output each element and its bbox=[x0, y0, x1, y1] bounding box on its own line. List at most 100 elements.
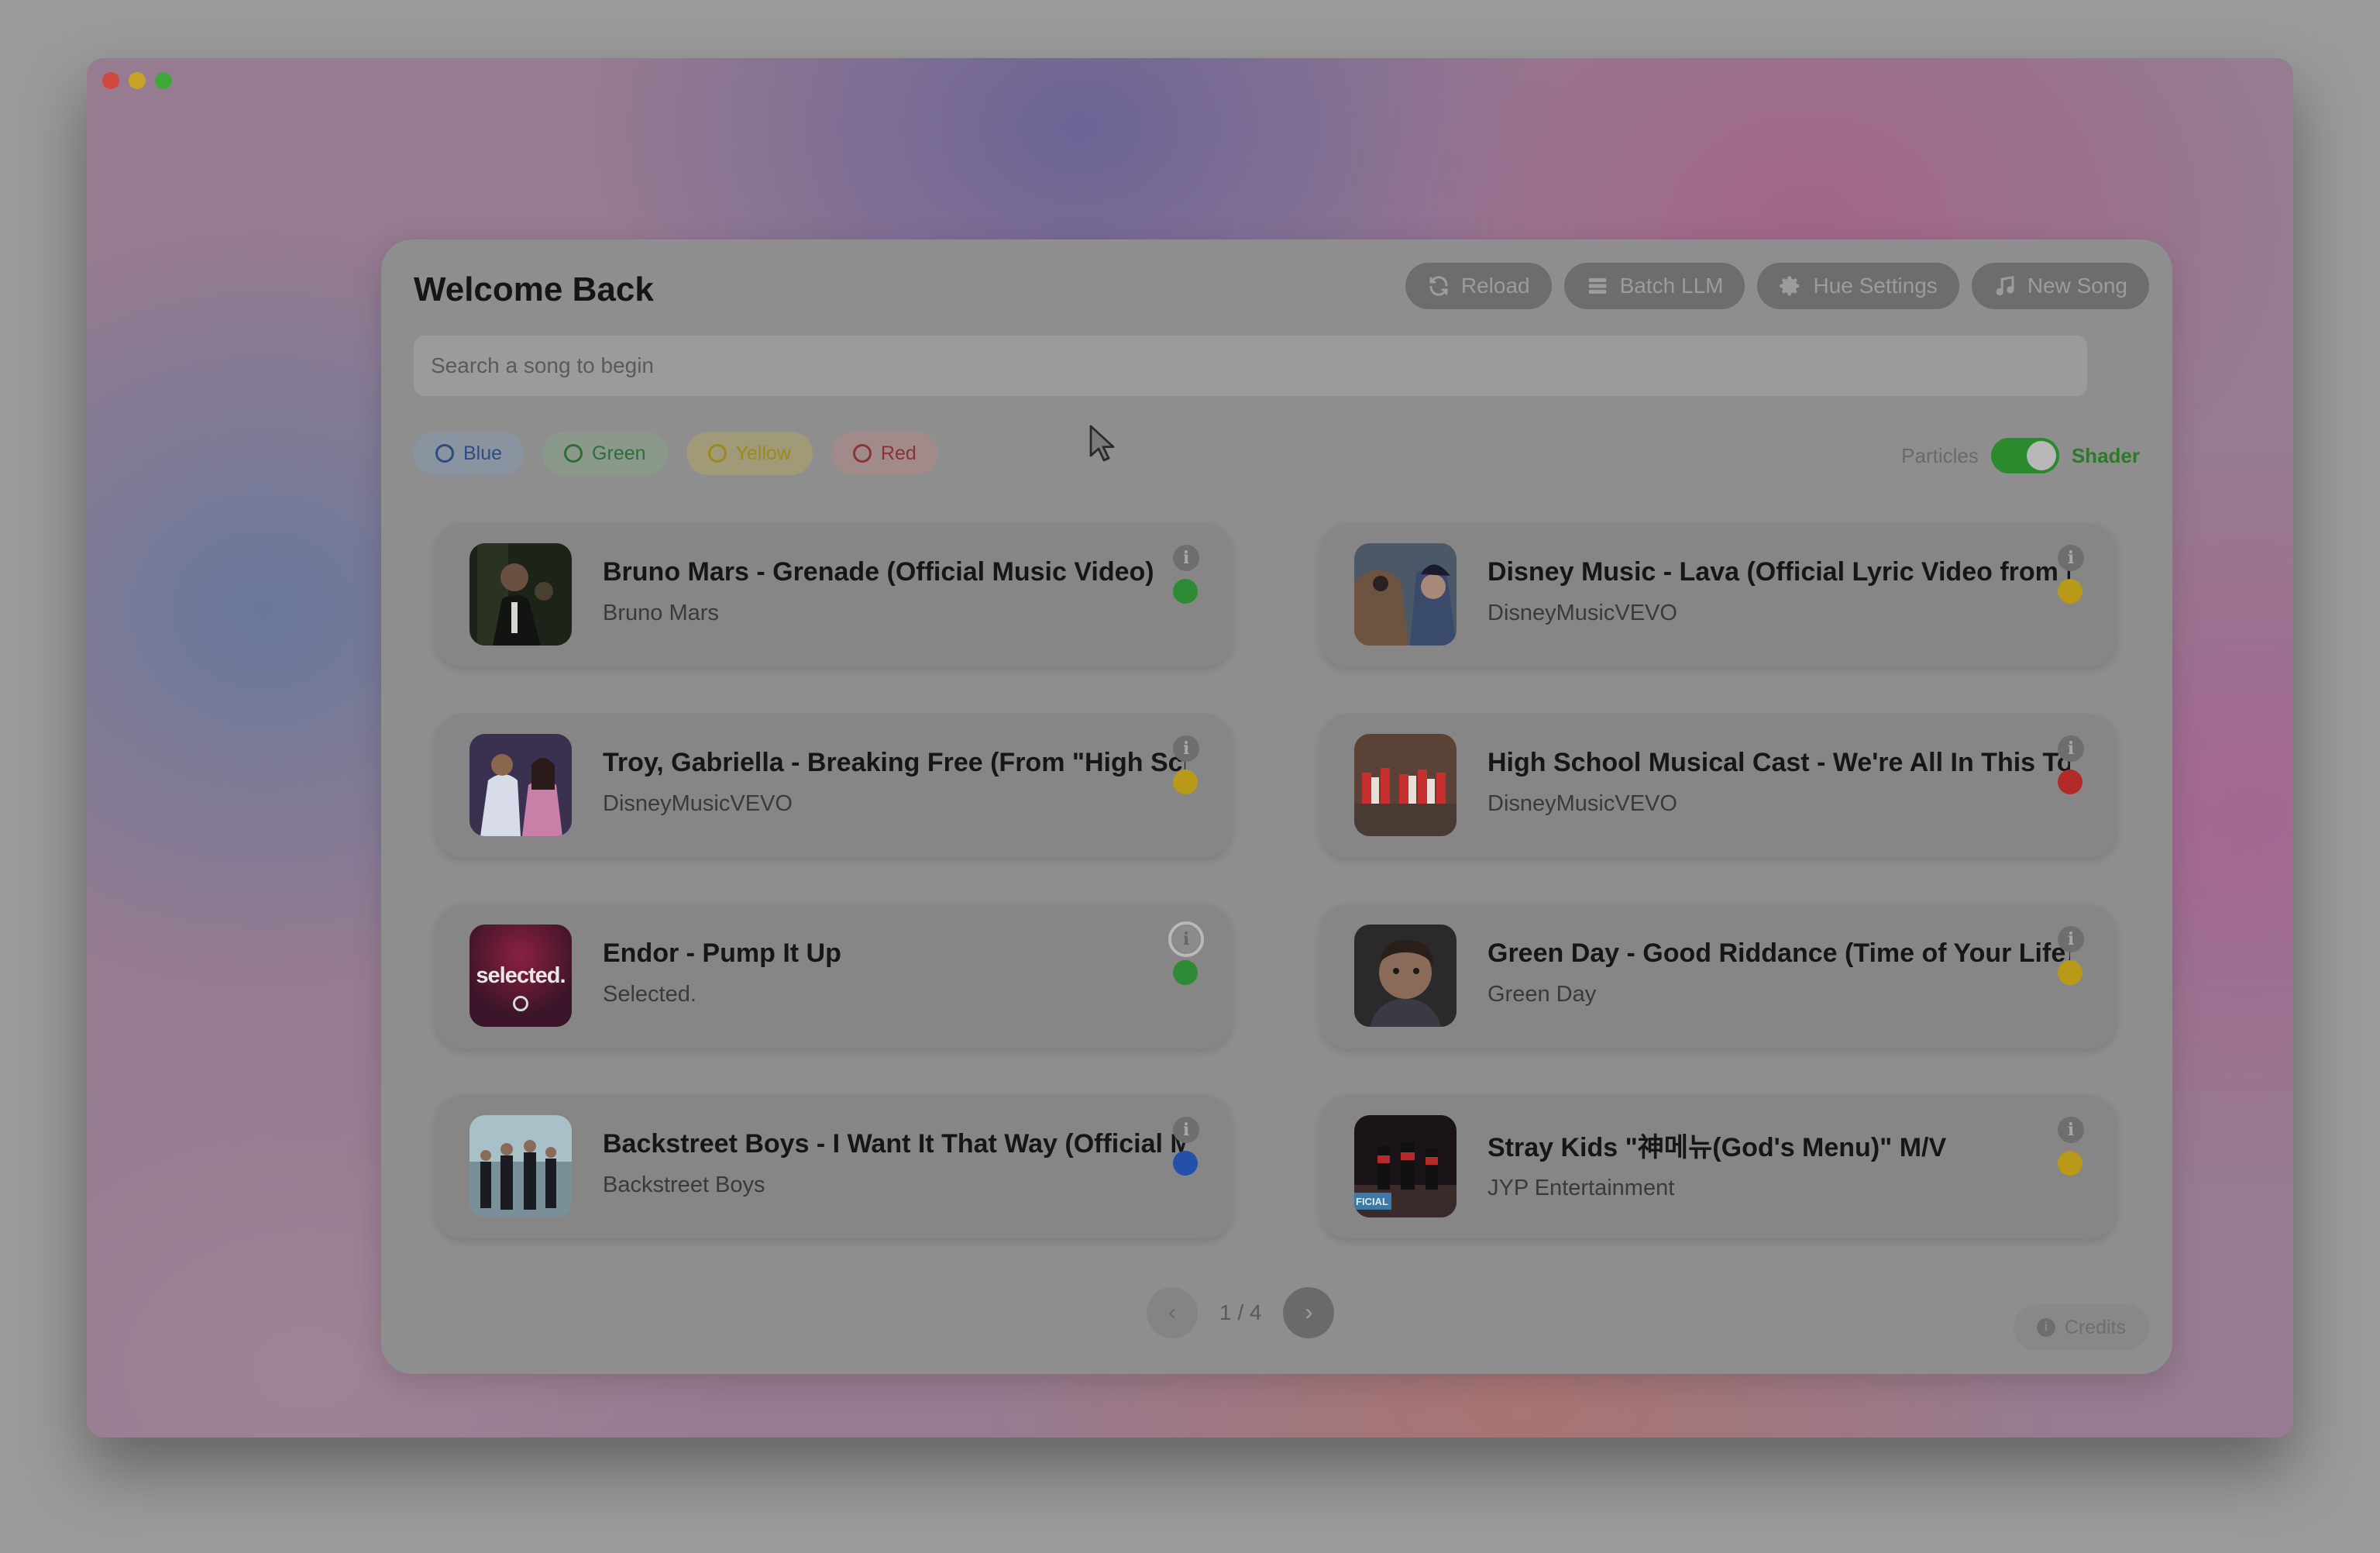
chevron-left-icon: ‹ bbox=[1168, 1300, 1176, 1325]
close-window-button[interactable] bbox=[102, 72, 119, 89]
song-artist: Green Day bbox=[1488, 982, 1597, 1007]
particles-label: Particles bbox=[1901, 443, 1979, 467]
song-thumbnail bbox=[1354, 543, 1457, 646]
hue-dot-yellow bbox=[2058, 579, 2082, 604]
info-icon[interactable]: i bbox=[1173, 545, 1199, 571]
radio-ring-icon bbox=[707, 444, 727, 463]
filter-green[interactable]: Green bbox=[542, 432, 668, 475]
color-filters: Blue Green Yellow Red bbox=[414, 432, 938, 475]
zoom-window-button[interactable] bbox=[155, 72, 172, 89]
song-card[interactable]: High School Musical Cast - We're All In … bbox=[1320, 714, 2117, 858]
info-icon[interactable]: i bbox=[1173, 1117, 1199, 1143]
song-artist: DisneyMusicVEVO bbox=[1488, 601, 1677, 625]
thumbnail-logo-text: selected. bbox=[476, 963, 566, 988]
song-card[interactable]: Disney Music - Lava (Official Lyric Vide… bbox=[1320, 523, 2117, 667]
reload-button[interactable]: Reload bbox=[1405, 263, 1552, 309]
filter-label: Green bbox=[592, 442, 646, 464]
song-card[interactable]: Bruno Mars - Grenade (Official Music Vid… bbox=[435, 523, 1232, 667]
song-card[interactable]: selected. Endor - Pump It Up Selected. i bbox=[435, 904, 1232, 1049]
song-title: High School Musical Cast - We're All In … bbox=[1488, 748, 2070, 777]
radio-ring-icon bbox=[852, 444, 872, 463]
batch-llm-button[interactable]: Batch LLM bbox=[1563, 263, 1745, 309]
page-indicator: 1 / 4 bbox=[1219, 1300, 1262, 1324]
info-icon[interactable]: i bbox=[2058, 926, 2084, 952]
new-song-button[interactable]: New Song bbox=[1971, 263, 2149, 309]
info-icon[interactable]: i bbox=[1168, 921, 1204, 957]
hue-settings-button[interactable]: Hue Settings bbox=[1757, 263, 1959, 309]
song-artist: DisneyMusicVEVO bbox=[603, 791, 793, 816]
song-title: Backstreet Boys - I Want It That Way (Of… bbox=[603, 1129, 1185, 1159]
song-card[interactable]: Troy, Gabriella - Breaking Free (From "H… bbox=[435, 714, 1232, 858]
filter-label: Blue bbox=[463, 442, 503, 464]
main-panel: Welcome Back Reload Batch LLM Hue Settin… bbox=[381, 239, 2172, 1374]
mouse-cursor-icon bbox=[1089, 425, 1115, 462]
hue-dot-green bbox=[1173, 579, 1198, 604]
toolbar: Reload Batch LLM Hue Settings New Song bbox=[1405, 263, 2149, 309]
song-artist: JYP Entertainment bbox=[1488, 1176, 1675, 1200]
reload-label: Reload bbox=[1460, 274, 1530, 298]
render-mode-switch: Particles Shader bbox=[1901, 438, 2140, 473]
refresh-icon bbox=[1429, 276, 1448, 296]
song-title: Bruno Mars - Grenade (Official Music Vid… bbox=[603, 557, 1154, 587]
filter-label: Yellow bbox=[735, 442, 791, 464]
song-card[interactable]: FICIAL Stray Kids "神메뉴(God's Menu)" M/V … bbox=[1320, 1095, 2117, 1239]
thumbnail-badge-text: FICIAL bbox=[1356, 1196, 1388, 1207]
song-artist: Selected. bbox=[603, 982, 696, 1007]
song-title: Disney Music - Lava (Official Lyric Vide… bbox=[1488, 557, 2070, 587]
filter-yellow[interactable]: Yellow bbox=[686, 432, 813, 475]
song-title: Troy, Gabriella - Breaking Free (From "H… bbox=[603, 748, 1185, 777]
info-icon[interactable]: i bbox=[2058, 545, 2084, 571]
stack-icon bbox=[1588, 278, 1606, 294]
info-icon[interactable]: i bbox=[1173, 735, 1199, 762]
song-thumbnail: selected. bbox=[469, 925, 572, 1027]
pagination: ‹ 1 / 4 › bbox=[1147, 1287, 1335, 1338]
mode-toggle[interactable] bbox=[1990, 438, 2059, 473]
window-controls bbox=[102, 72, 172, 89]
hue-dot-yellow bbox=[2058, 1151, 2082, 1176]
batch-llm-label: Batch LLM bbox=[1619, 274, 1724, 298]
info-icon[interactable]: i bbox=[2058, 735, 2084, 762]
minimize-window-button[interactable] bbox=[129, 72, 146, 89]
radio-ring-icon bbox=[435, 444, 454, 463]
shader-label: Shader bbox=[2071, 443, 2140, 467]
hue-dot-yellow bbox=[1173, 770, 1198, 794]
song-artist: Backstreet Boys bbox=[603, 1172, 765, 1197]
song-artist: Bruno Mars bbox=[603, 601, 719, 625]
song-thumbnail bbox=[469, 734, 572, 836]
page-title: Welcome Back bbox=[414, 270, 654, 308]
new-song-label: New Song bbox=[2027, 274, 2127, 298]
hue-dot-green bbox=[1173, 960, 1198, 985]
hue-settings-label: Hue Settings bbox=[1813, 274, 1938, 298]
song-thumbnail: FICIAL bbox=[1354, 1115, 1457, 1217]
radio-ring-icon bbox=[564, 444, 583, 463]
hue-dot-red bbox=[2058, 770, 2082, 794]
song-thumbnail bbox=[1354, 925, 1457, 1027]
search-input[interactable] bbox=[414, 336, 2087, 396]
next-page-button[interactable]: › bbox=[1283, 1287, 1335, 1338]
song-title: Stray Kids "神메뉴(God's Menu)" M/V bbox=[1488, 1133, 1947, 1162]
credits-label: Credits bbox=[2064, 1316, 2126, 1338]
logo-mark-icon bbox=[513, 996, 528, 1011]
music-note-icon bbox=[1996, 275, 2014, 296]
info-icon[interactable]: i bbox=[2058, 1117, 2084, 1143]
toggle-knob bbox=[2026, 441, 2056, 470]
song-thumbnail bbox=[469, 543, 572, 646]
info-circle-icon: i bbox=[2036, 1318, 2055, 1337]
song-card[interactable]: Backstreet Boys - I Want It That Way (Of… bbox=[435, 1095, 1232, 1239]
prev-page-button[interactable]: ‹ bbox=[1147, 1287, 1198, 1338]
credits-button[interactable]: i Credits bbox=[2013, 1304, 2149, 1351]
song-thumbnail bbox=[1354, 734, 1457, 836]
song-thumbnail bbox=[469, 1115, 572, 1217]
app-window: Welcome Back Reload Batch LLM Hue Settin… bbox=[87, 58, 2293, 1438]
gear-icon bbox=[1780, 276, 1800, 296]
song-card[interactable]: Green Day - Good Riddance (Time of Your … bbox=[1320, 904, 2117, 1049]
song-title: Green Day - Good Riddance (Time of Your … bbox=[1488, 938, 2070, 968]
song-title: Endor - Pump It Up bbox=[603, 938, 841, 968]
hue-dot-blue bbox=[1173, 1151, 1198, 1176]
chevron-right-icon: › bbox=[1305, 1300, 1313, 1325]
filter-blue[interactable]: Blue bbox=[414, 432, 524, 475]
hue-dot-yellow bbox=[2058, 960, 2082, 985]
song-artist: DisneyMusicVEVO bbox=[1488, 791, 1677, 816]
filter-label: Red bbox=[880, 442, 917, 464]
filter-red[interactable]: Red bbox=[831, 432, 938, 475]
